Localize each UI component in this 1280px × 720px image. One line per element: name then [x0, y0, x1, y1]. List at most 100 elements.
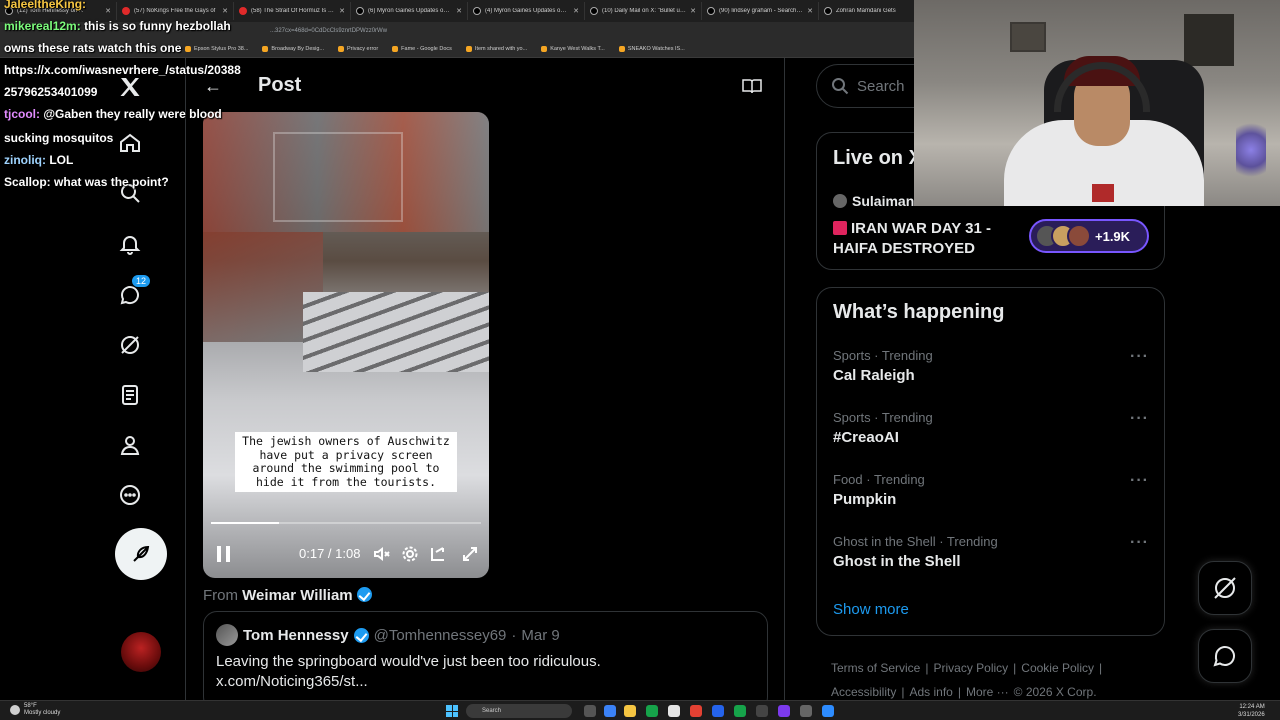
- more-circle-icon[interactable]: [115, 480, 145, 510]
- from-name[interactable]: Weimar William: [242, 587, 352, 604]
- footer-link[interactable]: © 2026 X Corp.: [1014, 685, 1097, 699]
- app-icon[interactable]: [778, 705, 790, 717]
- trend-item[interactable]: Ghost in the Shell · Trending Ghost in th…: [833, 534, 1151, 570]
- live-topic[interactable]: IRAN WAR DAY 31 - HAIFA DESTROYED: [833, 219, 1023, 259]
- profile-icon[interactable]: [115, 430, 145, 460]
- trend-more-icon[interactable]: ···: [1130, 410, 1149, 428]
- quoted-author-name[interactable]: Tom Hennessy: [243, 627, 349, 644]
- bookmark-item[interactable]: Epson Stylus Pro 38...: [185, 45, 248, 52]
- footer-link[interactable]: More ···: [966, 685, 1009, 699]
- video-frame-fence: [273, 132, 403, 222]
- left-nav: 12: [105, 58, 185, 700]
- footer-separator: |: [957, 685, 961, 699]
- grok-icon[interactable]: [115, 330, 145, 360]
- tab-close-icon[interactable]: ✕: [807, 7, 813, 15]
- mute-icon[interactable]: [373, 545, 391, 563]
- footer-link[interactable]: Accessibility: [831, 685, 896, 699]
- video-time: 0:17 / 1:08: [299, 546, 361, 561]
- bookmark-item[interactable]: SNEAKO Watches IS...: [618, 45, 685, 52]
- bookmark-item[interactable]: Fame - Google Docs: [392, 45, 452, 52]
- account-avatar[interactable]: [121, 632, 161, 672]
- video-progress-bar[interactable]: [211, 522, 481, 524]
- weather-widget[interactable]: 58°F Mostly cloudy: [10, 703, 60, 717]
- start-windows-icon[interactable]: [446, 705, 458, 717]
- tab-favicon-icon: [473, 7, 481, 15]
- bookmark-item[interactable]: Privacy error: [338, 45, 378, 52]
- live-topic-text: IRAN WAR DAY 31 - HAIFA DESTROYED: [833, 220, 992, 257]
- trend-item[interactable]: Sports · Trending Cal Raleigh ···: [833, 348, 1151, 384]
- trend-item[interactable]: Food · Trending Pumpkin ···: [833, 472, 1151, 508]
- bookmark-label: Item shared with yo...: [474, 45, 528, 52]
- tab-close-icon[interactable]: ✕: [690, 7, 696, 15]
- browser-tab[interactable]: (90) lindsey graham - Search / X ✕: [702, 2, 819, 20]
- footer-link[interactable]: Terms of Service: [831, 661, 920, 675]
- trend-more-icon[interactable]: ···: [1130, 348, 1149, 366]
- show-more-link[interactable]: Show more: [833, 601, 909, 618]
- live-host[interactable]: Sulaiman: [833, 193, 914, 209]
- messages-icon[interactable]: 12: [115, 274, 152, 310]
- tab-close-icon[interactable]: ✕: [105, 7, 111, 15]
- pause-icon[interactable]: [217, 546, 231, 562]
- fullscreen-icon[interactable]: [461, 545, 479, 563]
- quoted-avatar[interactable]: [216, 624, 238, 646]
- chat-message: owns these rats watch this one: [4, 41, 181, 55]
- browser-tab[interactable]: (6) Myron Gaines Updates on X ✕: [351, 2, 468, 20]
- video-player[interactable]: The jewish owners of Auschwitz have put …: [203, 112, 489, 578]
- browser-tab[interactable]: (57) NoKings Free the Gays of ✕: [117, 2, 234, 20]
- chat-username: tjcool:: [4, 107, 40, 121]
- bookmark-item[interactable]: Broadway By Desig...: [262, 45, 324, 52]
- bookmark-label: SNEAKO Watches IS...: [627, 45, 685, 52]
- app-icon[interactable]: [712, 705, 724, 717]
- quoted-post[interactable]: Tom Hennessy @Tomhennessey69 · Mar 9 Lea…: [203, 611, 768, 711]
- system-clock[interactable]: 12:24 AM 3/31/2026: [1238, 703, 1265, 719]
- trend-more-icon[interactable]: ···: [1130, 534, 1149, 552]
- grok-floating-button[interactable]: [1198, 561, 1252, 615]
- tab-close-icon[interactable]: ✕: [573, 7, 579, 15]
- footer-link[interactable]: Cookie Policy: [1021, 661, 1094, 675]
- compose-post-button[interactable]: [115, 528, 167, 580]
- chrome-icon[interactable]: [690, 705, 702, 717]
- reader-mode-icon[interactable]: [742, 78, 762, 94]
- browser-tab[interactable]: (10) Daily Mail on X: "Bullet use ✕: [585, 2, 702, 20]
- home-icon[interactable]: [115, 128, 145, 158]
- bookmark-item[interactable]: Kanye West Walks T...: [541, 45, 605, 52]
- live-listeners-pill[interactable]: +1.9K: [1029, 219, 1149, 253]
- taskbar-search[interactable]: Search: [466, 704, 572, 718]
- tab-close-icon[interactable]: ✕: [339, 7, 345, 15]
- edge-icon[interactable]: [646, 705, 658, 717]
- tab-close-icon[interactable]: ✕: [222, 7, 228, 15]
- tab-close-icon[interactable]: ✕: [456, 7, 462, 15]
- obs-icon[interactable]: [800, 705, 812, 717]
- trend-more-icon[interactable]: ···: [1130, 472, 1149, 490]
- footer-separator: |: [925, 661, 929, 675]
- footer-line-1: Terms of Service | Privacy Policy | Cookie P…: [831, 656, 1131, 680]
- address-text: ...327cx=468d=0CdDcCls9znrtDPWzz0rWw: [270, 28, 388, 34]
- tab-title: (57) NoKings Free the Gays of: [134, 8, 216, 14]
- settings-gear-icon[interactable]: [401, 545, 419, 563]
- chat-bubble-icon: [1213, 646, 1235, 667]
- chat-text: 25796253401099: [4, 85, 98, 99]
- task-view-icon[interactable]: [584, 705, 596, 717]
- messages-floating-button[interactable]: [1198, 629, 1252, 683]
- back-arrow-icon[interactable]: ←: [204, 76, 222, 97]
- footer-link[interactable]: Privacy Policy: [933, 661, 1008, 675]
- quoted-link[interactable]: x.com/Noticing365/st...: [216, 672, 601, 692]
- app-icon[interactable]: [604, 705, 616, 717]
- lists-icon[interactable]: [115, 380, 145, 410]
- browser-tab[interactable]: (4) Myron Gaines Updates on X ✕: [468, 2, 585, 20]
- store-icon[interactable]: [668, 705, 680, 717]
- bookmark-item[interactable]: Item shared with yo...: [465, 45, 528, 52]
- tab-favicon-icon: [824, 7, 832, 15]
- browser-tab[interactable]: (58) The Strait Of Hormuz Is No ✕: [234, 2, 351, 20]
- pip-icon[interactable]: [429, 545, 447, 563]
- whats-happening-title: What’s happening: [833, 301, 1005, 323]
- video-controls: 0:17 / 1:08: [203, 540, 489, 568]
- trend-item[interactable]: Sports · Trending #CreaoAI ···: [833, 410, 1151, 446]
- app-icon[interactable]: [734, 705, 746, 717]
- footer-link[interactable]: Ads info: [909, 685, 952, 699]
- zoom-icon[interactable]: [822, 705, 834, 717]
- notifications-bell-icon[interactable]: [115, 229, 145, 259]
- app-icon[interactable]: [756, 705, 768, 717]
- cloud-icon: [10, 705, 20, 715]
- file-explorer-icon[interactable]: [624, 705, 636, 717]
